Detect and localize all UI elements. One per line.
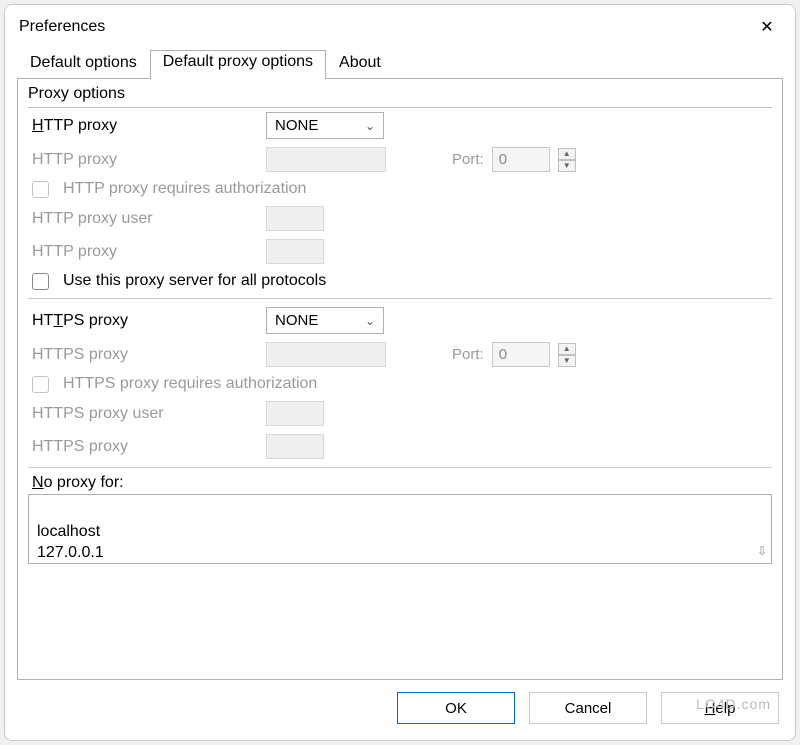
http-proxy-host-input[interactable] [266, 147, 386, 172]
proxy-group: HTTP proxy NONE ⌄ HTTP proxy Port: 0 ▲ ▼ [28, 107, 772, 564]
https-proxy-port-input[interactable]: 0 [492, 342, 550, 367]
use-all-protocols-checkbox[interactable] [32, 273, 49, 290]
https-proxy-user-input[interactable] [266, 401, 324, 426]
http-proxy-pass-input[interactable] [266, 239, 324, 264]
https-proxy-auth-label: HTTPS proxy requires authorization [63, 375, 317, 393]
chevron-down-icon: ⌄ [365, 314, 375, 328]
use-all-protocols-label: Use this proxy server for all protocols [63, 272, 326, 290]
https-proxy-user-label: HTTPS proxy user [28, 405, 258, 423]
http-proxy-port-input[interactable]: 0 [492, 147, 550, 172]
no-proxy-textarea[interactable]: localhost 127.0.0.1 ⇩ [28, 494, 772, 564]
tab-pane: Proxy options HTTP proxy NONE ⌄ HTTP pro… [17, 79, 783, 680]
divider [28, 298, 772, 299]
button-bar: OK Cancel Help [5, 680, 795, 740]
chevron-down-icon: ⌄ [365, 119, 375, 133]
https-proxy-host-label: HTTPS proxy [28, 346, 258, 364]
http-proxy-port-label: Port: [452, 151, 484, 168]
tab-about[interactable]: About [326, 49, 394, 78]
https-proxy-pass-row: HTTPS proxy [28, 430, 772, 463]
ok-button[interactable]: OK [397, 692, 515, 724]
https-proxy-user-row: HTTPS proxy user [28, 397, 772, 430]
https-proxy-label: HTTPS proxy [28, 312, 258, 330]
http-proxy-user-row: HTTP proxy user [28, 202, 772, 235]
http-proxy-user-input[interactable] [266, 206, 324, 231]
tab-default-options[interactable]: Default options [17, 49, 150, 78]
tab-strip: Default options Default proxy options Ab… [5, 49, 795, 78]
http-proxy-host-row: HTTP proxy Port: 0 ▲ ▼ [28, 143, 772, 176]
preferences-window: Preferences ✕ Default options Default pr… [4, 4, 796, 741]
no-proxy-label: No proxy for: [28, 474, 772, 492]
group-title: Proxy options [28, 85, 772, 103]
no-proxy-value: localhost 127.0.0.1 [37, 523, 104, 562]
http-proxy-port-spinner[interactable]: ▲ ▼ [558, 148, 576, 172]
http-proxy-row: HTTP proxy NONE ⌄ [28, 108, 772, 143]
scroll-down-icon[interactable]: ⇩ [757, 543, 767, 559]
spinner-up-icon[interactable]: ▲ [558, 148, 576, 160]
use-all-protocols-row: Use this proxy server for all protocols [28, 268, 772, 294]
spinner-down-icon[interactable]: ▼ [558, 355, 576, 367]
http-proxy-host-label: HTTP proxy [28, 151, 258, 169]
http-proxy-auth-row: HTTP proxy requires authorization [28, 176, 772, 202]
spinner-up-icon[interactable]: ▲ [558, 343, 576, 355]
https-proxy-auth-checkbox[interactable] [32, 376, 49, 393]
http-proxy-auth-label: HTTP proxy requires authorization [63, 180, 306, 198]
tab-default-proxy-options[interactable]: Default proxy options [150, 50, 326, 79]
http-proxy-select-value: NONE [275, 117, 318, 134]
http-proxy-pass-label: HTTP proxy [28, 243, 258, 261]
https-proxy-port-label: Port: [452, 346, 484, 363]
https-proxy-pass-input[interactable] [266, 434, 324, 459]
close-button[interactable]: ✕ [747, 13, 787, 41]
https-proxy-row: HTTPS proxy NONE ⌄ [28, 303, 772, 338]
close-icon: ✕ [760, 17, 773, 37]
spinner-down-icon[interactable]: ▼ [558, 160, 576, 172]
https-proxy-host-input[interactable] [266, 342, 386, 367]
https-proxy-pass-label: HTTPS proxy [28, 438, 258, 456]
http-proxy-user-label: HTTP proxy user [28, 210, 258, 228]
https-proxy-host-row: HTTPS proxy Port: 0 ▲ ▼ [28, 338, 772, 371]
https-proxy-port-spinner[interactable]: ▲ ▼ [558, 343, 576, 367]
window-title: Preferences [19, 18, 105, 36]
titlebar: Preferences ✕ [5, 5, 795, 49]
https-proxy-auth-row: HTTPS proxy requires authorization [28, 371, 772, 397]
http-proxy-label: HTTP proxy [28, 117, 258, 135]
http-proxy-pass-row: HTTP proxy [28, 235, 772, 268]
http-proxy-select[interactable]: NONE ⌄ [266, 112, 384, 139]
help-button[interactable]: Help [661, 692, 779, 724]
https-proxy-select-value: NONE [275, 312, 318, 329]
http-proxy-auth-checkbox[interactable] [32, 181, 49, 198]
https-proxy-select[interactable]: NONE ⌄ [266, 307, 384, 334]
cancel-button[interactable]: Cancel [529, 692, 647, 724]
divider [28, 467, 772, 468]
